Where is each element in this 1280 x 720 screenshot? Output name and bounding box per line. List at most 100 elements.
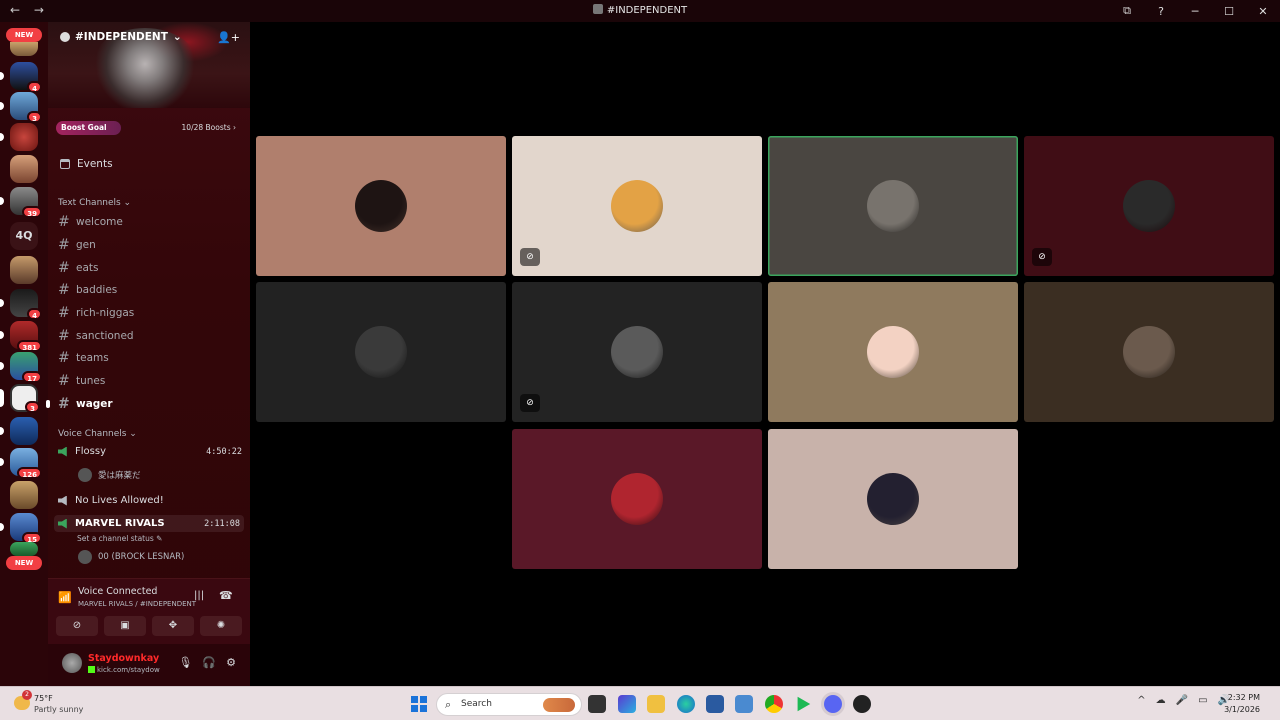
boost-count: 10/28 Boosts › [181, 123, 236, 132]
microphone-icon[interactable]: 🎙 [178, 656, 192, 669]
avatar [78, 550, 92, 564]
server-icon[interactable] [10, 256, 38, 284]
username[interactable]: Staydownkay [88, 653, 159, 664]
play-app-icon[interactable] [797, 696, 811, 712]
channel-baddies[interactable]: # baddies [58, 282, 117, 298]
soundboard-button[interactable]: ✺ [200, 616, 242, 636]
maximize-icon[interactable]: ☐ [1212, 5, 1246, 18]
voice-action-buttons: ⊘ ▣ ✥ ✺ [56, 616, 242, 636]
server-icon[interactable]: 39 [10, 187, 42, 218]
server-icon[interactable]: 126 [10, 448, 42, 479]
signal-icon[interactable]: 📶 [58, 591, 72, 604]
set-channel-status[interactable]: Set a channel status ✎ [77, 534, 162, 543]
minimize-icon[interactable]: ─ [1178, 5, 1212, 18]
close-icon[interactable]: ✕ [1246, 5, 1280, 18]
task-view-icon[interactable] [588, 695, 606, 713]
participant-tile[interactable]: ⊘ [512, 136, 762, 276]
voice-channel-flossy[interactable]: Flossy 4:50:22 [58, 446, 242, 457]
camera-off-button[interactable]: ⊘ [56, 616, 98, 636]
category-text-channels[interactable]: Text Channels ⌄ [58, 198, 131, 208]
avatar[interactable] [62, 653, 82, 673]
server-icon[interactable] [10, 542, 38, 556]
outlook-icon[interactable] [735, 695, 753, 713]
participant-tile[interactable]: ⊘ [256, 282, 506, 422]
participant-tile[interactable]: ⊘ [768, 282, 1018, 422]
server-icon[interactable]: 3 [10, 384, 40, 413]
server-icon[interactable]: 4 [10, 289, 42, 320]
channel-sanctioned[interactable]: # sanctioned [58, 328, 134, 344]
channel-rich-niggas[interactable]: # rich-niggas [58, 305, 134, 321]
windows-start-icon[interactable] [411, 696, 427, 712]
channel-wager[interactable]: # wager [58, 396, 113, 412]
unread-pill [0, 362, 4, 370]
chrome-icon[interactable] [765, 695, 783, 713]
discord-icon[interactable] [824, 695, 842, 713]
server-icon[interactable] [10, 123, 38, 151]
calendar-icon [60, 159, 70, 169]
participant-tile[interactable]: ⊘ [1024, 282, 1274, 422]
server-icon[interactable]: 3 [10, 92, 42, 123]
boost-goal-bar[interactable]: Boost Goal 10/28 Boosts › [56, 121, 246, 135]
avatar [611, 473, 663, 525]
screen-share-button[interactable]: ▣ [104, 616, 146, 636]
speaker-icon [58, 495, 67, 506]
noise-suppression-icon[interactable]: ||| [194, 590, 204, 601]
server-icon[interactable]: 381 [10, 321, 42, 352]
speaker-icon [58, 446, 67, 457]
activities-button[interactable]: ✥ [152, 616, 194, 636]
server-icon-text[interactable]: 4Q [10, 222, 38, 250]
tray-overflow-icon[interactable]: ^ [1137, 695, 1145, 706]
unread-indicator [46, 400, 50, 408]
participant-tile[interactable]: ⊘ [1024, 136, 1274, 276]
hash-icon: # [58, 237, 70, 253]
display-icon[interactable]: ▭ [1198, 695, 1207, 706]
help-icon[interactable]: ? [1144, 5, 1178, 18]
voice-status-subtitle[interactable]: MARVEL RIVALS / #INDEPENDENT [78, 600, 196, 608]
app-icon[interactable] [853, 695, 871, 713]
channel-eats[interactable]: # eats [58, 260, 98, 276]
screen-share-icon[interactable]: ⧉ [1110, 4, 1144, 18]
events-item[interactable]: Events [60, 158, 113, 170]
unread-pill [0, 458, 4, 466]
edge-icon[interactable] [677, 695, 695, 713]
voice-member[interactable]: 愛は麻薬だ [78, 468, 141, 482]
search-highlight-icon [543, 698, 575, 712]
settings-gear-icon[interactable]: ⚙ [226, 656, 236, 669]
server-name-header[interactable]: #INDEPENDENT ⌄ [60, 31, 182, 43]
headphones-icon[interactable]: 🎧 [202, 656, 216, 669]
disconnect-icon[interactable]: ☎ [219, 589, 233, 602]
channel-tunes[interactable]: # tunes [58, 373, 105, 389]
hash-icon: # [58, 373, 70, 389]
mention-badge: 3 [25, 401, 40, 413]
server-icon[interactable]: 17 [10, 352, 42, 383]
server-icon[interactable] [10, 481, 38, 509]
voice-member[interactable]: 00 (BROCK LESNAR) [78, 550, 184, 564]
category-voice-channels[interactable]: Voice Channels ⌄ [58, 429, 137, 439]
channel-gen[interactable]: # gen [58, 237, 96, 253]
widgets-icon[interactable] [618, 695, 636, 713]
channel-welcome[interactable]: # welcome [58, 214, 123, 230]
store-icon[interactable] [706, 695, 724, 713]
voice-channel-marvel-rivals[interactable]: MARVEL RIVALS 2:11:08 [54, 515, 244, 532]
onedrive-icon[interactable]: ☁ [1156, 695, 1166, 706]
participant-tile[interactable]: ⊘ [512, 429, 762, 569]
file-explorer-icon[interactable] [647, 695, 665, 713]
server-icon[interactable]: 4 [10, 62, 42, 93]
participant-tile[interactable]: ⊘ [512, 282, 762, 422]
microphone-tray-icon[interactable]: 🎤 [1176, 695, 1188, 706]
system-clock[interactable]: 2:32 PM 3/1/2026 [1224, 692, 1260, 716]
invite-people-icon[interactable]: 👤+ [217, 31, 240, 44]
avatar [867, 326, 919, 378]
voice-channel-no-lives-allowed[interactable]: No Lives Allowed! [58, 495, 242, 506]
avatar [1123, 326, 1175, 378]
participant-tile[interactable]: ⊘ [768, 429, 1018, 569]
channel-teams[interactable]: # teams [58, 350, 109, 366]
server-icon[interactable]: 15 [10, 513, 42, 544]
taskbar-search[interactable]: ⌕ Search [436, 693, 582, 716]
chevron-down-icon: ⌄ [172, 31, 182, 43]
server-icon[interactable] [10, 42, 38, 56]
participant-tile[interactable]: ⊘ [768, 136, 1018, 276]
participant-tile[interactable]: ⊘ [256, 136, 506, 276]
server-icon[interactable] [10, 417, 38, 445]
server-icon[interactable] [10, 155, 38, 183]
